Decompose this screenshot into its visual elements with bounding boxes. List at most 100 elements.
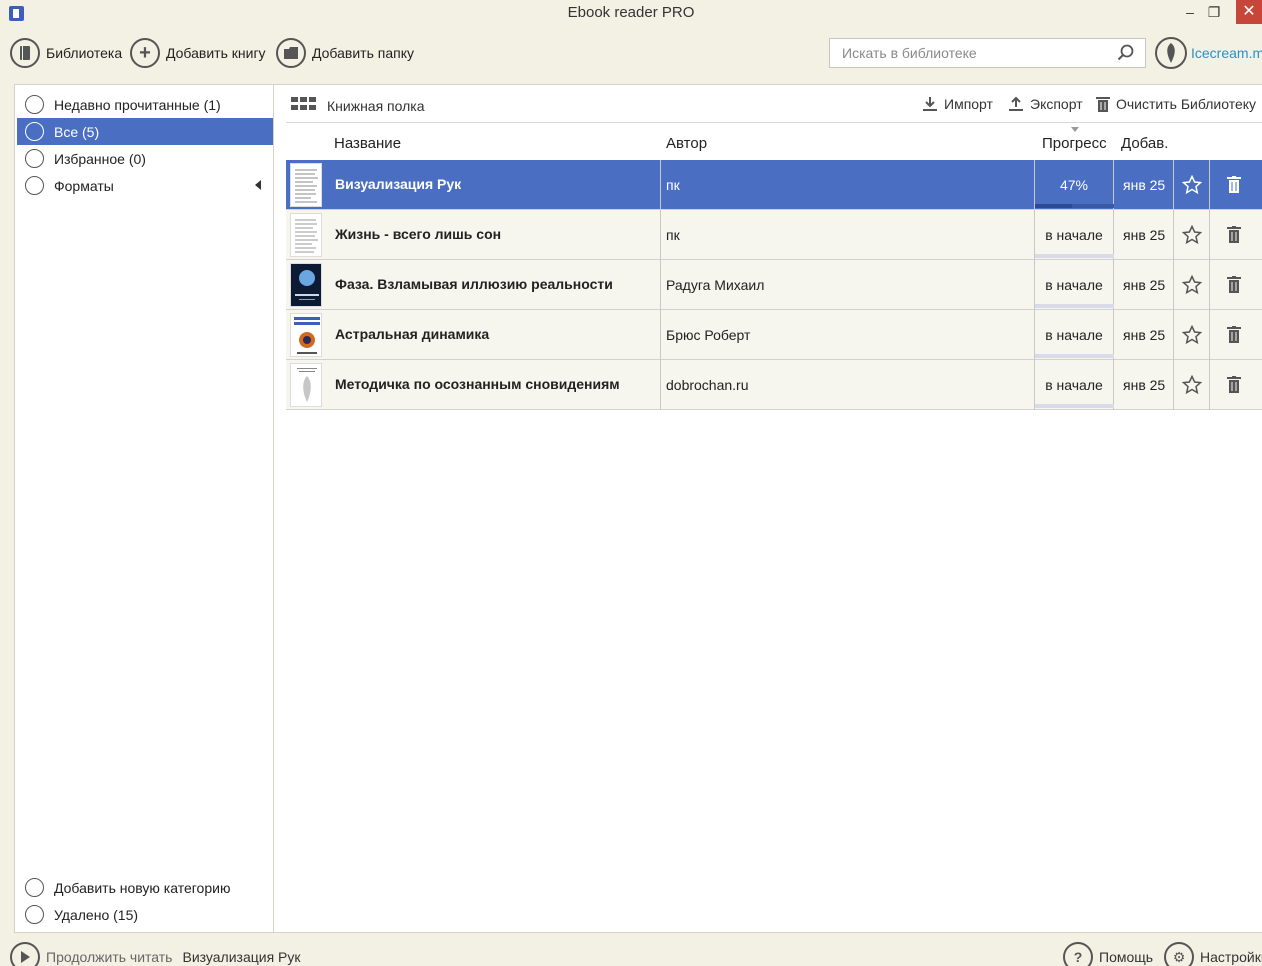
progress-cell: 47% [1034,160,1114,210]
trash-icon [1096,97,1110,112]
search-icon[interactable] [1117,44,1135,62]
trash-icon[interactable] [1227,176,1241,193]
minimize-button[interactable]: ‒ [1179,3,1201,21]
export-button[interactable]: Экспорт [1008,96,1083,112]
book-icon [10,38,40,68]
column-progress[interactable]: Прогресс [1042,135,1107,152]
column-author[interactable]: Автор [666,135,707,152]
sidebar-item-favorites[interactable]: Избранное (0) [17,145,273,172]
progress-text: в начале [1045,277,1103,293]
book-cover [290,363,322,407]
book-author: пк [666,227,680,243]
add-folder-button[interactable]: Добавить папку [276,37,414,69]
settings-button[interactable]: ⚙ Настройки [1164,942,1262,966]
book-added-date: янв 25 [1123,227,1166,243]
formats-icon [25,176,44,195]
cell-divider [1209,360,1210,410]
clear-library-label: Очистить Библиотеку [1116,96,1257,112]
sidebar-item-label: Все (5) [54,123,100,140]
add-book-button[interactable]: + Добавить книгу [130,37,266,69]
star-icon[interactable] [1182,225,1202,245]
gear-icon: ⚙ [1164,942,1194,966]
book-row[interactable]: Фаза. Взламывая иллюзию реальности Радуг… [286,260,1262,310]
book-author: Радуга Михаил [666,277,765,293]
sort-arrow-icon [1071,127,1079,132]
search-input[interactable] [830,39,1110,67]
book-added-date: янв 25 [1123,377,1166,393]
trash-icon[interactable] [1227,376,1241,393]
import-label: Импорт [944,96,993,112]
trash-icon[interactable] [1227,226,1241,243]
star-icon[interactable] [1182,325,1202,345]
window-title: Ebook reader PRO [567,4,695,21]
add-category-button[interactable]: Добавить новую категорию [17,874,273,901]
book-icon [25,122,44,141]
book-row[interactable]: Астральная динамика Брюс Роберт в начале… [286,310,1262,360]
cell-divider [660,260,661,310]
book-author: пк [666,177,680,193]
column-added[interactable]: Добав. [1121,135,1168,152]
book-cover [290,163,322,207]
book-author: dobrochan.ru [666,377,749,393]
help-icon: ? [1063,942,1093,966]
icecream-link[interactable]: Icecream.me [1191,45,1262,61]
bottom-bar: Продолжить читать Визуализация Рук ? Пом… [0,934,1262,966]
progress-bar [1035,354,1114,358]
book-title: Фаза. Взламывая иллюзию реальности [335,276,613,292]
sidebar-item-recent[interactable]: Недавно прочитанные (1) [17,91,273,118]
book-title: Астральная динамика [335,326,490,342]
trash-icon[interactable] [1227,326,1241,343]
add-book-label: Добавить книгу [166,45,266,61]
icecream-logo-icon[interactable] [1155,37,1187,69]
progress-text: в начале [1045,327,1103,343]
library-label: Библиотека [46,45,123,61]
grid-view-icon[interactable] [291,97,317,111]
column-title[interactable]: Название [334,135,401,152]
book-author: Брюс Роберт [666,327,751,343]
trash-icon[interactable] [1227,276,1241,293]
settings-label: Настройки [1200,949,1262,965]
expand-arrow-icon[interactable] [255,180,261,190]
progress-bar [1035,404,1114,408]
library-button[interactable]: Библиотека [10,37,122,69]
book-cover [290,263,322,307]
progress-cell: в начале [1034,210,1114,260]
cell-divider [660,360,661,410]
progress-cell: в начале [1034,360,1114,410]
help-label: Помощь [1099,949,1154,965]
cell-divider [660,160,661,210]
sidebar-item-deleted[interactable]: Удалено (15) [17,901,273,928]
trash-icon [25,905,44,924]
cell-divider [1173,310,1174,360]
clear-library-button[interactable]: Очистить Библиотеку [1096,96,1256,112]
book-row[interactable]: Визуализация Рук пк 47% янв 25 [286,160,1262,210]
progress-bar [1035,254,1114,258]
restore-button[interactable]: ❐ [1203,3,1225,21]
cell-divider [1173,160,1174,210]
book-row[interactable]: Методичка по осознанным сновидениям dobr… [286,360,1262,410]
sidebar-item-label: Форматы [54,177,114,194]
import-button[interactable]: Импорт [922,96,993,112]
book-cover [290,213,322,257]
recent-icon [25,95,44,114]
book-cover [290,313,322,357]
current-book-title: Визуализация Рук [182,949,301,965]
help-button[interactable]: ? Помощь [1063,942,1153,966]
cell-divider [1209,210,1210,260]
progress-text: в начале [1045,377,1103,393]
star-icon[interactable] [1182,275,1202,295]
continue-reading-button[interactable]: Продолжить читать Визуализация Рук [10,942,301,966]
book-row[interactable]: Жизнь - всего лишь сон пк в начале янв 2… [286,210,1262,260]
star-icon[interactable] [1182,375,1202,395]
star-icon [25,149,44,168]
view-label[interactable]: Книжная полка [327,98,425,114]
add-category-label: Добавить новую категорию [54,879,231,896]
continue-label: Продолжить читать [46,949,173,965]
cell-divider [660,210,661,260]
close-button[interactable]: ✕ [1236,0,1262,24]
sidebar-item-all[interactable]: Все (5) [17,118,273,145]
header-divider [286,122,1262,123]
cell-divider [1173,360,1174,410]
sidebar-item-formats[interactable]: Форматы [17,172,273,199]
star-icon[interactable] [1182,175,1202,195]
